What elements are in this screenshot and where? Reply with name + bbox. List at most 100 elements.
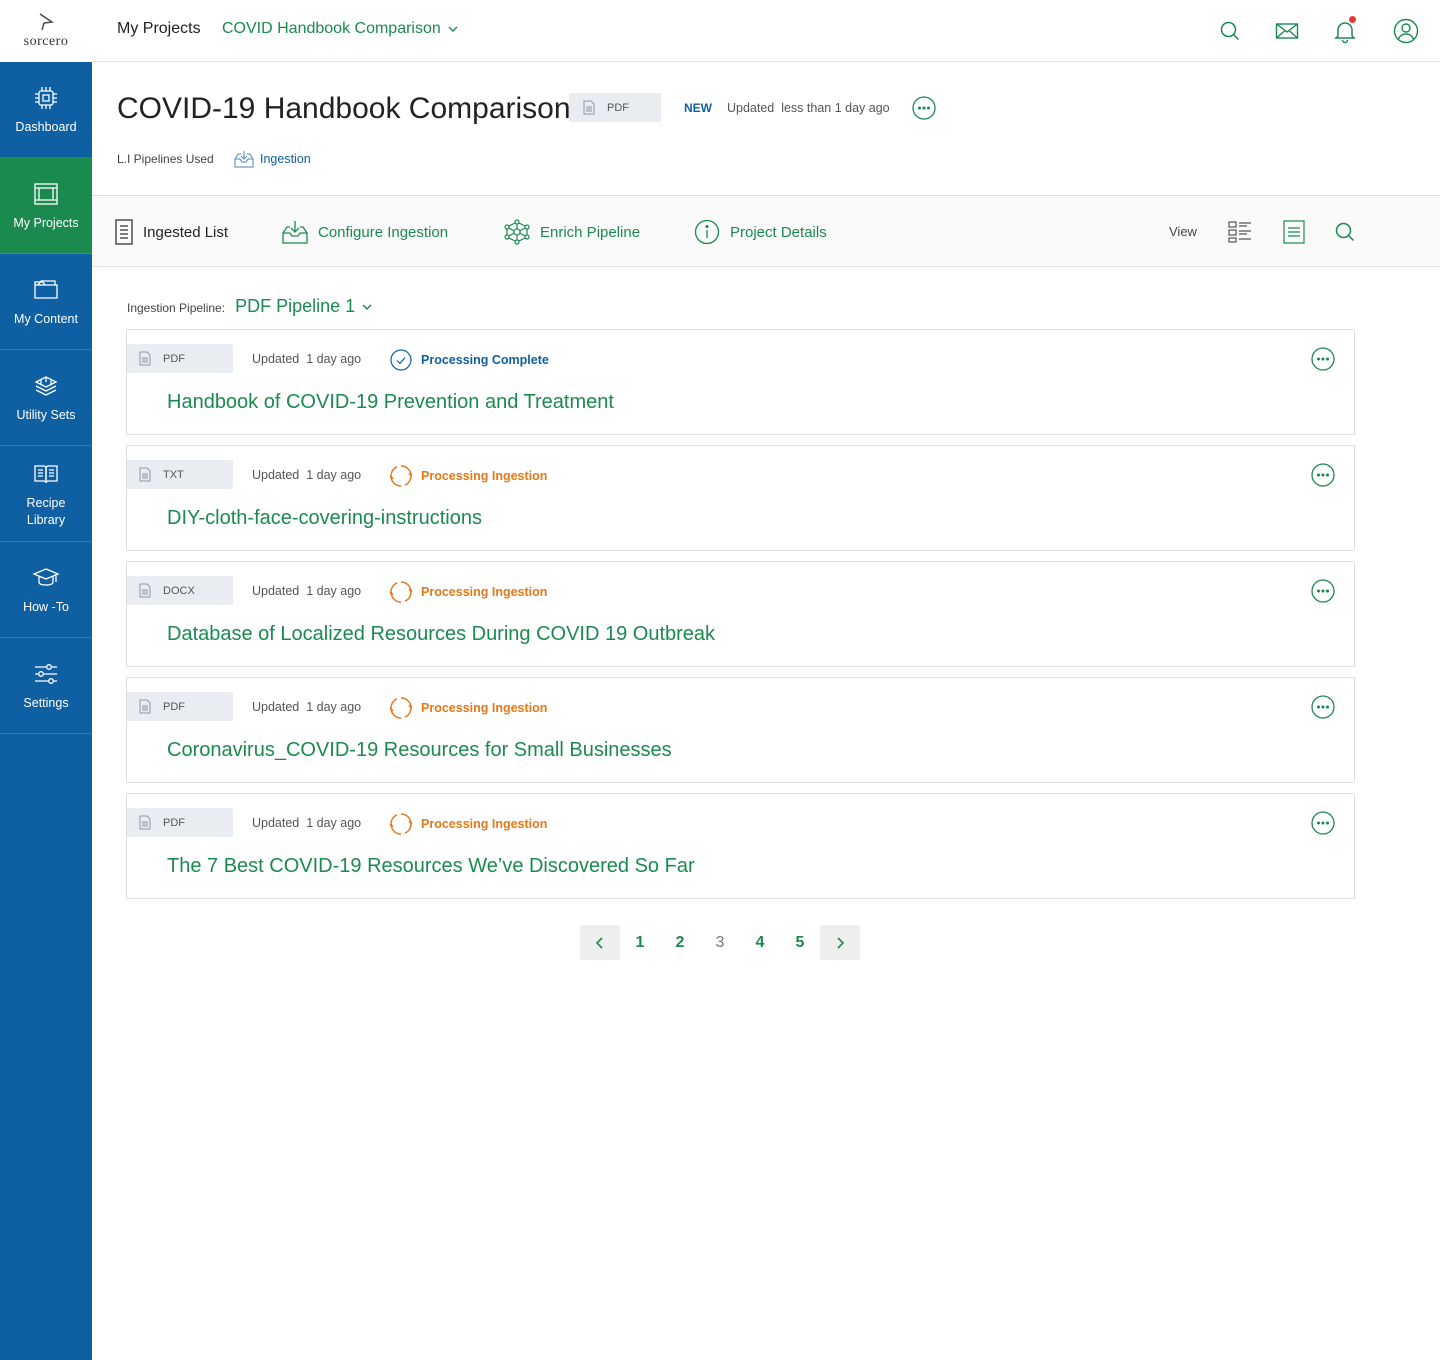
inbox-icon — [234, 151, 254, 168]
tab-configure-ingestion[interactable]: Configure Ingestion — [282, 197, 448, 267]
project-updated: Updated less than 1 day ago — [727, 101, 890, 115]
sliders-icon — [32, 659, 60, 689]
more-options-button[interactable] — [1311, 463, 1335, 492]
detailed-list-view-icon[interactable] — [1227, 219, 1253, 245]
chip-icon — [32, 83, 60, 113]
more-options-button[interactable] — [1311, 579, 1335, 608]
status-label: Processing Ingestion — [421, 817, 548, 831]
page-1-button[interactable]: 1 — [620, 925, 660, 960]
tab-enrich-pipeline[interactable]: Enrich Pipeline — [504, 197, 640, 267]
mail-icon[interactable] — [1272, 16, 1302, 46]
folder-icon — [32, 275, 60, 305]
page-2-button[interactable]: 2 — [660, 925, 700, 960]
project-selector[interactable]: COVID Handbook Comparison — [222, 20, 459, 38]
document-title[interactable]: Coronavirus_COVID-19 Resources for Small… — [167, 739, 672, 762]
ellipsis-circle-icon — [1311, 695, 1335, 719]
file-type-chip: PDF — [127, 344, 233, 373]
page-title: COVID-19 Handbook Comparison — [117, 92, 571, 125]
document-title[interactable]: DIY-cloth-face-covering-instructions — [167, 507, 482, 530]
file-type-chip: DOCX — [127, 576, 233, 605]
project-header: COVID-19 Handbook Comparison PDF NEW Upd… — [92, 62, 1440, 196]
processing-spinner-icon — [390, 697, 412, 719]
document-updated: Updated 1 day ago — [252, 352, 362, 366]
more-options-button[interactable] — [1311, 347, 1335, 376]
sidebar-item-my-content[interactable]: My Content — [0, 254, 92, 350]
tab-project-details[interactable]: Project Details — [694, 197, 827, 267]
more-options-button[interactable] — [1311, 695, 1335, 724]
document-icon — [139, 467, 151, 482]
chevron-down-icon — [362, 303, 372, 310]
document-title[interactable]: Database of Localized Resources During C… — [167, 623, 715, 646]
status-label: Processing Ingestion — [421, 701, 548, 715]
sidebar-item-label: Dashboard — [15, 120, 77, 134]
sidebar-item-dashboard[interactable]: Dashboard — [0, 62, 92, 158]
document-title[interactable]: Handbook of COVID-19 Prevention and Trea… — [167, 391, 614, 414]
pipeline-dropdown[interactable]: PDF Pipeline 1 — [235, 296, 373, 317]
document-updated: Updated 1 day ago — [252, 468, 362, 482]
processing-spinner-icon — [390, 813, 412, 835]
processing-spinner-icon — [390, 465, 412, 487]
logo[interactable]: sorcero — [0, 0, 92, 62]
sidebar-item-recipe-library[interactable]: Recipe Library — [0, 446, 92, 542]
pipeline-value: PDF Pipeline 1 — [235, 296, 356, 316]
sidebar: sorcero Dashboard My Projects My Content… — [0, 0, 92, 1360]
file-type-label: PDF — [163, 816, 185, 829]
more-options-button[interactable] — [912, 96, 936, 125]
network-icon — [504, 219, 530, 245]
ellipsis-circle-icon — [1311, 347, 1335, 371]
chevron-right-icon — [837, 936, 845, 949]
ellipsis-circle-icon — [912, 96, 936, 120]
sidebar-item-settings[interactable]: Settings — [0, 638, 92, 734]
search-icon[interactable] — [1215, 16, 1245, 46]
file-type-label: DOCX — [163, 584, 195, 597]
page-4-button[interactable]: 4 — [740, 925, 780, 960]
more-options-button[interactable] — [1311, 811, 1335, 840]
status-label: Processing Ingestion — [421, 469, 548, 483]
document-icon — [139, 583, 151, 598]
bell-icon[interactable] — [1330, 16, 1360, 46]
tab-label: Project Details — [730, 223, 827, 241]
previous-page-button[interactable] — [580, 925, 620, 960]
document-icon — [583, 100, 595, 115]
document-view-icon[interactable] — [1281, 219, 1307, 245]
pagination: 1 2 3 4 5 — [580, 925, 860, 960]
processing-status: Processing Ingestion — [390, 813, 547, 835]
file-type-label: TXT — [163, 468, 184, 481]
search-icon[interactable] — [1332, 219, 1358, 245]
sidebar-item-label: My Projects — [13, 216, 79, 230]
sidebar-item-my-projects[interactable]: My Projects — [0, 158, 92, 254]
document-card[interactable]: PDF Updated 1 day ago Processing Ingesti… — [126, 793, 1355, 899]
document-card[interactable]: PDF Updated 1 day ago Processing Ingesti… — [126, 677, 1355, 783]
sidebar-item-utility-sets[interactable]: Utility Sets — [0, 350, 92, 446]
ellipsis-circle-icon — [1311, 811, 1335, 835]
sidebar-item-how-to[interactable]: How -To — [0, 542, 92, 638]
user-icon[interactable] — [1391, 16, 1421, 46]
document-updated: Updated 1 day ago — [252, 584, 362, 598]
stack-icon — [32, 371, 60, 401]
document-title[interactable]: The 7 Best COVID-19 Resources We’ve Disc… — [167, 855, 695, 878]
document-icon — [139, 351, 151, 366]
notification-dot — [1349, 16, 1356, 23]
pipeline-selector-row: Ingestion Pipeline: PDF Pipeline 1 — [127, 296, 373, 317]
processing-spinner-icon — [390, 581, 412, 603]
document-card[interactable]: TXT Updated 1 day ago Processing Ingesti… — [126, 445, 1355, 551]
page-3-button[interactable]: 3 — [700, 925, 740, 960]
processing-status: Processing Ingestion — [390, 581, 547, 603]
document-card[interactable]: PDF Updated 1 day ago Processing Complet… — [126, 329, 1355, 435]
status-label: Processing Ingestion — [421, 585, 548, 599]
page-5-button[interactable]: 5 — [780, 925, 820, 960]
chevron-down-icon — [448, 26, 458, 32]
sidebar-item-label: Recipe Library — [26, 495, 66, 527]
pipelines-used-label: L.I Pipelines Used — [117, 152, 214, 166]
next-page-button[interactable] — [820, 925, 860, 960]
tab-ingested-list[interactable]: Ingested List — [115, 197, 228, 267]
logo-text: sorcero — [23, 34, 69, 49]
sidebar-item-label: How -To — [23, 600, 69, 614]
breadcrumb-root[interactable]: My Projects — [117, 20, 201, 38]
pipeline-link-label: Ingestion — [260, 152, 311, 166]
document-card[interactable]: DOCX Updated 1 day ago Processing Ingest… — [126, 561, 1355, 667]
graduation-cap-icon — [32, 563, 60, 593]
pipeline-link-ingestion[interactable]: Ingestion — [234, 150, 311, 168]
view-label: View — [1169, 224, 1197, 239]
document-icon — [139, 815, 151, 830]
